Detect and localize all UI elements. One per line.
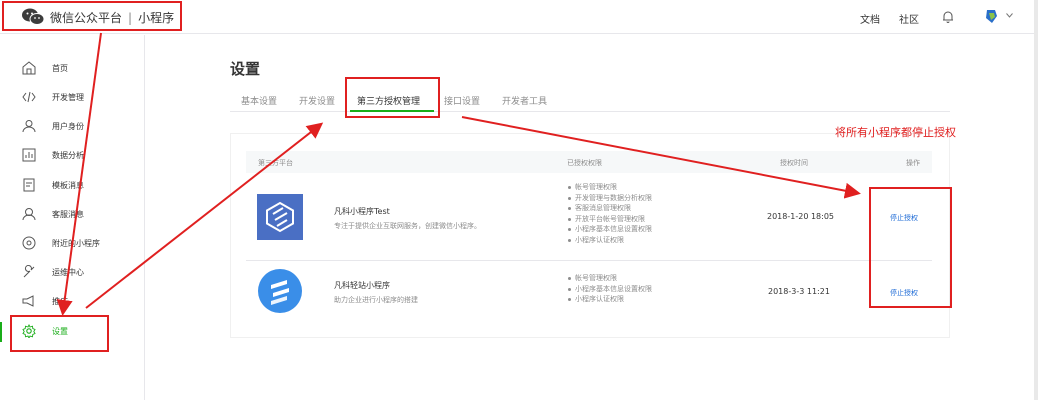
sidebar-item-users[interactable]: 用户身份 [0,113,145,141]
active-indicator [0,322,2,342]
auth-time: 2018-1-20 18:05 [767,212,834,221]
page-title: 设置 [230,60,261,78]
sidebar-item-label: 运维中心 [52,268,84,277]
sidebar-item-templates[interactable]: 模板消息 [0,172,145,200]
auth-time: 2018-3-3 11:21 [768,287,830,296]
column-header-platform: 第三方平台 [258,159,293,167]
permission-item: 小程序基本信息设置权限 [567,284,652,295]
annotation-note: 将所有小程序都停止授权 [835,126,956,139]
annotation-box-actions [869,187,952,308]
tab-dev-settings[interactable]: 开发设置 [299,94,335,107]
sidebar-item-label: 附近的小程序 [52,239,100,248]
code-icon [22,91,36,103]
app-logo [258,269,302,313]
column-header-action: 操作 [906,159,920,167]
permission-list: 帐号管理权限 开发管理与数据分析权限 客服消息管理权限 开放平台帐号管理权限 小… [567,182,652,245]
sidebar-item-nearby[interactable]: 附近的小程序 [0,230,145,258]
bell-icon[interactable] [942,10,954,23]
page-scrollbar[interactable] [1034,0,1038,400]
home-icon [22,61,36,75]
permission-item: 开放平台帐号管理权限 [567,214,652,225]
tab-dev-tools[interactable]: 开发者工具 [502,94,547,107]
app-name: 凡科小程序Test [334,207,390,216]
sidebar-item-dev[interactable]: 开发管理 [0,84,145,112]
docs-link[interactable]: 文档 [860,11,880,26]
tab-bar [230,86,950,112]
template-icon [23,178,35,192]
row-divider [246,260,932,261]
permission-item: 客服消息管理权限 [567,203,652,214]
permission-item: 开发管理与数据分析权限 [567,193,652,204]
user-icon [22,120,36,133]
app-description: 专注于提供企业互联网服务，创建微信小程序。 [334,222,481,230]
sidebar-item-home[interactable]: 首页 [0,55,145,83]
sidebar-item-label: 推广 [52,297,68,306]
annotation-box-tab [345,77,440,118]
community-link[interactable]: 社区 [899,11,919,26]
service-icon [22,208,36,221]
sidebar-item-ops[interactable]: 运维中心 [0,259,145,287]
sidebar-item-label: 用户身份 [52,122,84,131]
chevron-down-icon[interactable] [1006,13,1013,18]
sidebar-item-label: 首页 [52,64,68,73]
app-name: 凡科轻站小程序 [334,281,390,290]
sidebar-item-label: 客服消息 [52,210,84,219]
sidebar-item-label: 开发管理 [52,93,84,102]
sidebar-item-service[interactable]: 客服消息 [0,201,145,229]
column-header-time: 授权时间 [780,159,808,167]
tab-basic-settings[interactable]: 基本设置 [241,94,277,107]
avatar[interactable] [983,8,1000,25]
sidebar-item-analytics[interactable]: 数据分析 [0,142,145,170]
annotation-box-settings [10,315,109,352]
permission-item: 帐号管理权限 [567,182,652,193]
app-description: 助力企业进行小程序的搭建 [334,296,418,304]
sidebar-item-label: 数据分析 [52,151,84,160]
location-icon [22,236,36,250]
tab-api-settings[interactable]: 接口设置 [444,94,480,107]
megaphone-icon [22,295,34,307]
permission-list: 帐号管理权限 小程序基本信息设置权限 小程序认证权限 [567,273,652,305]
wrench-icon [23,265,35,278]
column-header-permissions: 已授权权限 [567,159,602,167]
permission-item: 小程序认证权限 [567,294,652,305]
permission-item: 小程序认证权限 [567,235,652,246]
permission-item: 小程序基本信息设置权限 [567,224,652,235]
annotation-box-header [2,1,182,31]
app-logo [257,194,303,240]
permission-item: 帐号管理权限 [567,273,652,284]
sidebar-item-promotion[interactable]: 推广 [0,288,145,316]
chart-icon [22,148,36,162]
sidebar-item-label: 模板消息 [52,181,84,190]
